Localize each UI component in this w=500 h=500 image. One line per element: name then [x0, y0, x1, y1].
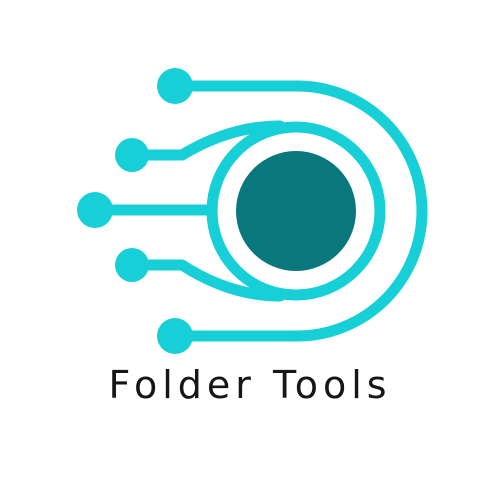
circuit-disc-logo-icon — [77, 68, 428, 354]
brand-name: Folder Tools — [108, 363, 392, 407]
node-upper — [115, 138, 149, 172]
node-middle — [77, 192, 113, 228]
node-bottom — [157, 318, 193, 354]
node-top — [157, 68, 193, 104]
core-circle — [236, 151, 356, 271]
logo: Folder Tools — [0, 0, 500, 500]
node-lower — [115, 248, 149, 282]
